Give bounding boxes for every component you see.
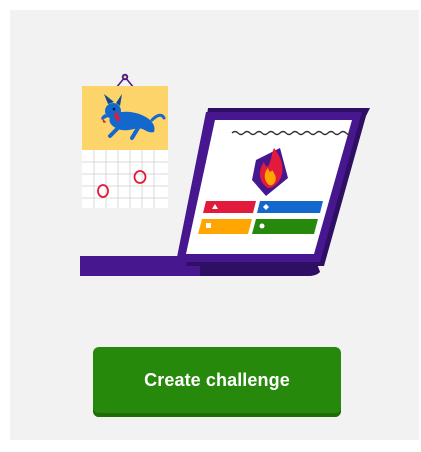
create-challenge-button[interactable]: Create challenge: [93, 347, 341, 417]
answer-circle-icon: [259, 223, 265, 229]
calendar-icon: [82, 73, 168, 208]
create-challenge-card: Create challenge: [10, 10, 419, 440]
answer-square-icon: [206, 223, 211, 228]
challenge-illustration: [80, 73, 370, 276]
